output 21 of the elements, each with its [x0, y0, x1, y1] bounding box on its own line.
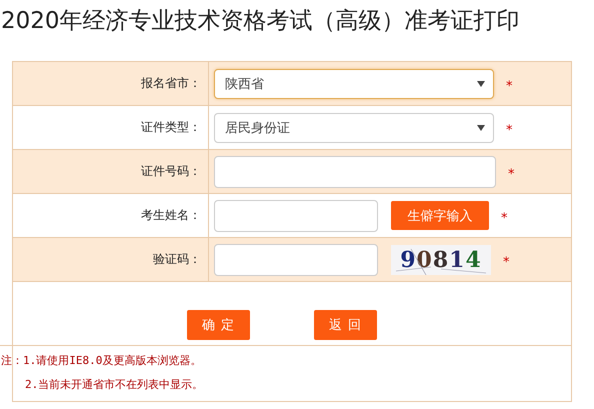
captcha-image[interactable]: 90814	[391, 244, 491, 274]
note-text: 2.当前未开通省市不在列表中显示。	[24, 377, 204, 393]
page-title: 2020年经济专业技术资格考试（高级）准考证打印	[0, 7, 521, 36]
field-label: 证件类型：	[141, 119, 201, 136]
dropdown[interactable]: 居民身份证	[214, 112, 494, 142]
field-label: 考生姓名：	[141, 207, 201, 224]
input-field[interactable]	[214, 244, 378, 276]
input-field[interactable]	[214, 156, 496, 188]
input-field[interactable]	[214, 200, 378, 232]
required-mark: *	[506, 122, 512, 138]
required-mark: *	[501, 210, 508, 226]
caret-icon	[477, 80, 485, 86]
field-label: 报名省市：	[141, 75, 201, 92]
field-label: 证件号码：	[141, 163, 201, 180]
caret-icon	[477, 124, 485, 130]
required-mark: *	[503, 254, 510, 270]
required-mark: *	[508, 166, 514, 182]
required-mark: *	[506, 78, 512, 94]
note-text: 注：1.请使用IE8.0及更高版本浏览器。	[1, 353, 202, 369]
dropdown[interactable]: 陕西省	[214, 68, 494, 98]
field-label: 验证码：	[153, 251, 201, 268]
